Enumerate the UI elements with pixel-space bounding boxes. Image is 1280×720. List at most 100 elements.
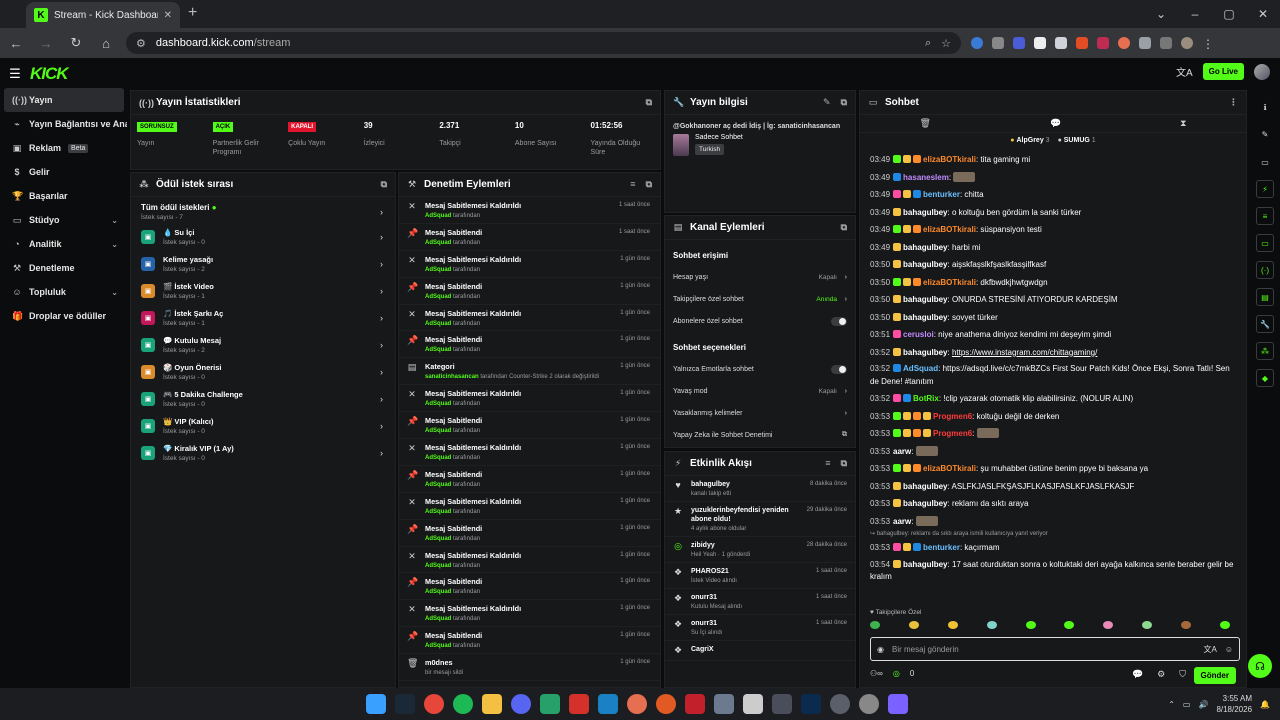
help-headset-icon[interactable]: ☊ <box>1248 654 1272 678</box>
zoom-icon[interactable]: ⌕ <box>925 37 931 50</box>
home-button[interactable]: ⌂ <box>96 33 116 53</box>
popout-icon[interactable]: ⧉ <box>841 458 847 469</box>
channel-setting-row[interactable]: Hesap yaşı Kapalı › <box>665 266 855 288</box>
hourglass-icon[interactable]: ⧗ <box>1180 118 1186 129</box>
send-button[interactable]: Gönder <box>1193 667 1236 684</box>
bookmark-star-icon[interactable]: ☆ <box>941 37 951 50</box>
back-button[interactable]: ← <box>6 33 26 53</box>
maximize-button[interactable]: ▢ <box>1212 0 1246 28</box>
extension-icon[interactable] <box>1097 37 1109 49</box>
profile-icon[interactable] <box>1181 37 1193 49</box>
popout-icon[interactable]: ⧉ <box>381 179 387 190</box>
rewards-icon[interactable]: ⁂ <box>1256 342 1274 360</box>
extension-icon[interactable] <box>1034 37 1046 49</box>
layout-icon[interactable]: ▭ <box>1256 153 1274 171</box>
sidebar-item-stream[interactable]: ((·)) Yayın <box>4 88 124 112</box>
app-icon[interactable] <box>569 694 589 714</box>
translate-icon[interactable]: 文A <box>1176 64 1193 79</box>
chat-icon[interactable]: ▭ <box>1256 234 1274 252</box>
notification-icon[interactable]: 🔔 <box>1260 700 1270 709</box>
file-explorer-icon[interactable] <box>482 694 502 714</box>
app-icon[interactable] <box>859 694 879 714</box>
sidebar-item-community[interactable]: ☺ Topluluk ⌄ <box>0 280 128 304</box>
edit-icon[interactable]: ✎ <box>1256 125 1274 143</box>
popout-icon[interactable]: ⧉ <box>646 179 652 190</box>
emote-icon[interactable] <box>1219 621 1230 629</box>
url-field[interactable]: ⚙ dashboard.kick.com /stream ⌕ ☆ <box>126 32 961 54</box>
sidebar-item-ads[interactable]: ▣ Reklam Beta <box>0 136 128 160</box>
app-icon[interactable] <box>888 694 908 714</box>
sidebar-item-revenue[interactable]: $ Gelir <box>0 160 128 184</box>
channel-setting-row[interactable]: Yalnızca Emotlarla sohbet <box>665 358 855 380</box>
steam-icon[interactable] <box>395 694 415 714</box>
photoshop-icon[interactable] <box>801 694 821 714</box>
sidebar-item-stream-key[interactable]: ⌁ Yayın Bağlantısı ve Anahtarı <box>0 112 128 136</box>
browser-tab[interactable]: K Stream - Kick Dashboard ✕ <box>26 2 180 28</box>
popout-icon[interactable]: ⧉ <box>841 222 847 233</box>
network-icon[interactable]: ▭ <box>1183 700 1191 709</box>
chevron-up-icon[interactable]: ⌃ <box>1168 700 1175 709</box>
extension-icon[interactable] <box>1055 37 1067 49</box>
shield-icon[interactable]: ⛉ <box>1179 669 1186 680</box>
reward-item[interactable]: ▣ 💎 Kiralık VIP (1 Ay) İstek sayısı - 0 › <box>131 439 395 466</box>
user-avatar[interactable] <box>1254 63 1270 80</box>
emote-icon[interactable] <box>986 621 997 629</box>
sidebar-item-studio[interactable]: ▭ Stüdyo ⌄ <box>0 208 128 232</box>
emote-icon[interactable] <box>1103 621 1114 629</box>
reward-item[interactable]: ▣ 🎮 5 Dakika Challenge İstek sayısı - 0 › <box>131 385 395 412</box>
filter-icon[interactable]: ≡ <box>630 179 635 190</box>
sidebar-item-moderation[interactable]: ⚒ Denetleme <box>0 256 128 280</box>
info-icon[interactable]: ℹ <box>1256 98 1274 116</box>
sidebar-item-drops[interactable]: 🎁 Droplar ve ödüller <box>0 304 128 328</box>
all-requests-row[interactable]: Tüm ödül istekleri ● İstek sayısı - 7 › <box>131 197 395 223</box>
close-window-button[interactable]: ✕ <box>1246 0 1280 28</box>
close-tab-icon[interactable]: ✕ <box>164 10 172 21</box>
app-icon[interactable] <box>627 694 647 714</box>
new-tab-button[interactable]: + <box>188 4 197 22</box>
forward-button[interactable]: → <box>36 33 56 53</box>
emote-icon[interactable] <box>1142 621 1153 629</box>
extension-icon[interactable] <box>1013 37 1025 49</box>
chrome-icon[interactable] <box>424 694 444 714</box>
toggle-switch[interactable] <box>831 364 847 374</box>
hamburger-menu-icon[interactable]: ☰ <box>0 66 30 82</box>
emote-icon[interactable] <box>908 621 919 629</box>
app-icon[interactable] <box>598 694 618 714</box>
settings-icon[interactable]: ⚙ <box>1157 669 1165 680</box>
chat-bubble-icon[interactable]: 💬 <box>1050 118 1061 129</box>
chat-bubbles-icon[interactable]: 💬 <box>1132 669 1143 680</box>
translate-icon[interactable]: 文A <box>1203 644 1216 655</box>
diamond-icon[interactable]: ◆ <box>1256 369 1274 387</box>
extension-icon[interactable] <box>1076 37 1088 49</box>
windows-start-icon[interactable] <box>366 694 386 714</box>
sidebar-item-analytics[interactable]: ◔ Analitik ⌄ <box>0 232 128 256</box>
trash-icon[interactable]: 🗑 <box>920 118 931 129</box>
minimize-button[interactable]: – <box>1178 0 1212 28</box>
emote-icon[interactable] <box>1181 621 1191 629</box>
filter-icon[interactable]: ≡ <box>825 458 830 469</box>
app-icon[interactable] <box>656 694 676 714</box>
extension-icon[interactable] <box>971 37 983 49</box>
lightning-icon[interactable]: ⚡ <box>1256 180 1274 198</box>
app-icon[interactable] <box>714 694 734 714</box>
app-icon[interactable] <box>685 694 705 714</box>
app-icon[interactable] <box>830 694 850 714</box>
reward-item[interactable]: ▣ 💬 Kutulu Mesaj İstek sayısı - 2 › <box>131 331 395 358</box>
reward-item[interactable]: ▣ 👑 VIP (Kalıcı) İstek sayısı - 0 › <box>131 412 395 439</box>
channel-setting-row[interactable]: Yapay Zeka ile Sohbet Denetimi ⧉ <box>665 424 855 446</box>
reload-button[interactable]: ↻ <box>66 33 86 53</box>
extension-icon[interactable] <box>992 37 1004 49</box>
emote-icon[interactable] <box>1025 621 1036 629</box>
reward-item[interactable]: ▣ 🎵 İstek Şarkı Aç İstek sayısı - 1 › <box>131 304 395 331</box>
reward-item[interactable]: ▣ Kelime yasağı İstek sayısı - 2 › <box>131 250 395 277</box>
spotify-icon[interactable] <box>453 694 473 714</box>
stream-icon[interactable]: (·) <box>1256 261 1274 279</box>
channel-setting-row[interactable]: Abonelere özel sohbet <box>665 310 855 332</box>
reward-item[interactable]: ▣ 🎲 Oyun Önerisi İstek sayısı - 0 › <box>131 358 395 385</box>
kick-logo[interactable]: KICK <box>30 64 69 84</box>
popout-icon[interactable]: ⧉ <box>841 97 847 108</box>
reward-item[interactable]: ▣ 💧 Su İçi İstek sayısı - 0 › <box>131 223 395 250</box>
channel-setting-row[interactable]: Yavaş mod Kapalı › <box>665 380 855 402</box>
emote-icon[interactable] <box>1064 621 1075 629</box>
volume-icon[interactable]: 🔊 <box>1198 700 1208 709</box>
